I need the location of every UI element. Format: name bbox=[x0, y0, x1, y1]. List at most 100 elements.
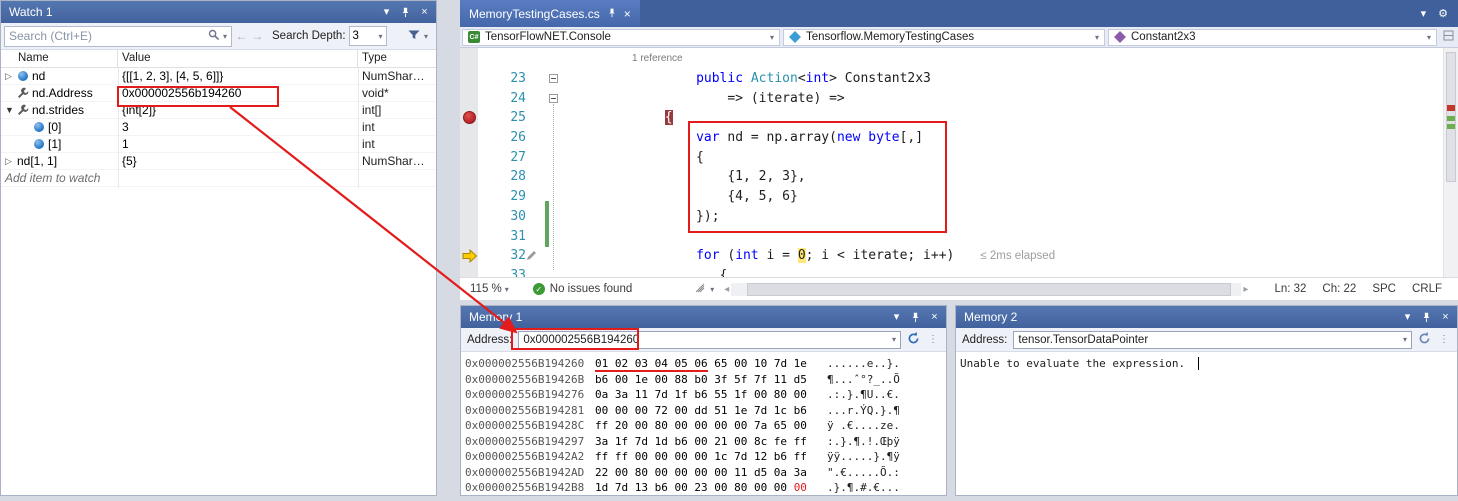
column-header-value[interactable]: Value bbox=[118, 50, 358, 67]
breakpoint-icon[interactable] bbox=[463, 111, 476, 124]
close-icon[interactable]: × bbox=[417, 5, 432, 20]
memory-row: 0x000002556B1942973a 1f 7d 1d b6 00 21 0… bbox=[465, 434, 946, 450]
search-options-chevron-icon[interactable]: ▾ bbox=[223, 32, 227, 41]
code-line[interactable]: {1, 2, 3}, bbox=[563, 167, 1442, 187]
status-insert-mode[interactable]: SPC bbox=[1372, 283, 1396, 295]
code-line[interactable]: {4, 5, 6} bbox=[563, 187, 1442, 207]
current-value-highlight: 0 bbox=[798, 248, 806, 263]
memory2-titlebar[interactable]: Memory 2 ▾ × bbox=[956, 306, 1457, 328]
watch-value: 0x000002556b194260 bbox=[122, 86, 241, 100]
line-number-gutter[interactable]: 2324252627282930313233 bbox=[478, 69, 530, 277]
watch-value: {int[2]} bbox=[122, 103, 156, 117]
watch-row[interactable]: ▼nd.strides {int[2]} int[] bbox=[1, 102, 436, 119]
filter-button[interactable]: ▾ bbox=[408, 30, 428, 43]
watch-value: {[[1, 2, 3], [4, 5, 6]]} bbox=[122, 69, 223, 83]
address-input[interactable]: tensor.TensorDataPointer ▾ bbox=[1013, 331, 1412, 349]
outline-collapse-icon[interactable] bbox=[549, 94, 558, 103]
code-cleanup-button[interactable]: ▾ bbox=[694, 282, 714, 297]
member-dropdown[interactable]: Constant2x3 ▾ bbox=[1108, 29, 1437, 46]
search-depth-select[interactable]: 3 ▾ bbox=[349, 26, 387, 46]
codelens-references[interactable]: 1 reference bbox=[632, 53, 683, 64]
watch-row[interactable]: nd.Address 0x000002556b194260 void* bbox=[1, 85, 436, 102]
code-line[interactable]: }); bbox=[563, 207, 1442, 227]
horizontal-scrollbar[interactable]: ◂ ▸ bbox=[724, 283, 1248, 296]
project-dropdown[interactable]: C# TensorFlowNET.Console ▾ bbox=[462, 29, 780, 46]
watch-row[interactable]: [1] 1 int bbox=[1, 136, 436, 153]
code-line[interactable]: var nd = np.array(new byte[,] bbox=[563, 128, 1442, 148]
scroll-left-icon[interactable]: ◂ bbox=[724, 284, 729, 295]
changed-byte: 00 bbox=[794, 481, 807, 494]
search-depth-label: Search Depth: bbox=[272, 30, 346, 42]
code-line[interactable]: for (int i = 0; i < iterate; i++)≤ 2ms e… bbox=[563, 246, 1442, 266]
zoom-select[interactable]: 115 % ▾ bbox=[466, 283, 513, 295]
outline-guide-line bbox=[553, 104, 554, 270]
collapse-icon[interactable]: ▼ bbox=[5, 105, 17, 115]
code-line[interactable] bbox=[563, 227, 1442, 247]
document-health-indicator[interactable]: ✓ No issues found bbox=[533, 283, 632, 295]
perf-tip[interactable]: ≤ 2ms elapsed bbox=[980, 250, 1055, 262]
watch-type: NumShar… bbox=[362, 69, 425, 83]
memory1-titlebar[interactable]: Memory 1 ▾ × bbox=[461, 306, 946, 328]
edit-pencil-icon bbox=[526, 250, 537, 265]
search-forward-icon[interactable]: → bbox=[251, 29, 264, 43]
status-line[interactable]: Ln: 32 bbox=[1274, 283, 1306, 295]
method-icon bbox=[1114, 31, 1126, 43]
code-line[interactable]: => (iterate) => bbox=[563, 89, 1442, 109]
watch-name: [1] bbox=[48, 137, 61, 151]
code-line[interactable]: { bbox=[563, 108, 1442, 128]
window-menu-chevron-icon[interactable]: ▾ bbox=[889, 310, 904, 325]
address-input[interactable]: 0x000002556B194260 ▾ bbox=[518, 331, 901, 349]
gear-icon[interactable]: ⚙ bbox=[1438, 7, 1448, 20]
toolbar-overflow-icon[interactable]: ⋮ bbox=[1437, 334, 1451, 345]
memory2-message-area[interactable]: Unable to evaluate the expression. bbox=[956, 352, 1457, 495]
expand-icon[interactable]: ▷ bbox=[5, 71, 17, 82]
window-menu-chevron-icon[interactable]: ▾ bbox=[1400, 310, 1415, 325]
refresh-icon[interactable] bbox=[1418, 332, 1431, 348]
watch-grid-header: Name Value Type bbox=[1, 50, 436, 68]
column-header-type[interactable]: Type bbox=[358, 50, 436, 67]
watch-name: nd.Address bbox=[32, 86, 93, 100]
document-tab[interactable]: MemoryTestingCases.cs × bbox=[460, 0, 640, 27]
pin-icon[interactable] bbox=[607, 7, 617, 21]
tab-list-chevron-icon[interactable]: ▾ bbox=[1421, 7, 1427, 20]
search-input[interactable]: Search (Ctrl+E) ▾ bbox=[4, 26, 232, 47]
code-line[interactable]: public Action<int> Constant2x3 bbox=[563, 69, 1442, 89]
pin-icon[interactable] bbox=[398, 5, 413, 20]
window-menu-chevron-icon[interactable]: ▾ bbox=[379, 5, 394, 20]
refresh-icon[interactable] bbox=[907, 332, 920, 348]
watch-row[interactable]: ▷nd {[[1, 2, 3], [4, 5, 6]]} NumShar… bbox=[1, 68, 436, 85]
check-icon: ✓ bbox=[533, 283, 545, 295]
scrollbar-thumb[interactable] bbox=[747, 283, 1231, 296]
column-header-name[interactable]: Name bbox=[1, 50, 118, 67]
watch-row[interactable]: [0] 3 int bbox=[1, 119, 436, 136]
breakpoint-margin[interactable] bbox=[460, 48, 478, 277]
column-divider[interactable] bbox=[358, 68, 359, 188]
expand-icon[interactable]: ▷ bbox=[5, 156, 17, 167]
pin-icon[interactable] bbox=[1419, 310, 1434, 325]
editor-status-bar: 115 % ▾ ✓ No issues found ▾ ◂ ▸ Ln: 32 C… bbox=[460, 277, 1458, 300]
add-watch-row[interactable]: Add item to watch bbox=[1, 170, 436, 187]
search-depth-value: 3 bbox=[353, 30, 359, 42]
search-back-icon[interactable]: ← bbox=[235, 29, 248, 43]
code-line[interactable]: { bbox=[563, 266, 1442, 277]
document-tab-bar: MemoryTestingCases.cs × ▾ ⚙ bbox=[460, 0, 1458, 27]
memory1-dump[interactable]: 0x000002556B19426001 02 03 04 05 06 65 0… bbox=[461, 352, 946, 495]
split-editor-icon[interactable] bbox=[1440, 28, 1456, 46]
close-icon[interactable]: × bbox=[1438, 310, 1453, 325]
watch-row[interactable]: ▷nd[1, 1] {5} NumShar… bbox=[1, 153, 436, 170]
scroll-right-icon[interactable]: ▸ bbox=[1243, 284, 1248, 295]
pin-icon[interactable] bbox=[908, 310, 923, 325]
editor-vertical-scrollbar[interactable] bbox=[1443, 48, 1458, 277]
status-line-ending[interactable]: CRLF bbox=[1412, 283, 1442, 295]
outline-collapse-icon[interactable] bbox=[549, 74, 558, 83]
status-column[interactable]: Ch: 22 bbox=[1322, 283, 1356, 295]
column-divider[interactable] bbox=[118, 68, 119, 188]
code-line[interactable]: { bbox=[563, 148, 1442, 168]
toolbar-overflow-icon[interactable]: ⋮ bbox=[926, 334, 940, 345]
variable-icon bbox=[33, 121, 45, 133]
close-icon[interactable]: × bbox=[927, 310, 942, 325]
close-icon[interactable]: × bbox=[624, 7, 631, 21]
watch-titlebar[interactable]: Watch 1 ▾ × bbox=[1, 1, 436, 23]
type-dropdown[interactable]: Tensorflow.MemoryTestingCases ▾ bbox=[783, 29, 1105, 46]
code-editor[interactable]: 2324252627282930313233 1 reference publi… bbox=[460, 48, 1458, 277]
